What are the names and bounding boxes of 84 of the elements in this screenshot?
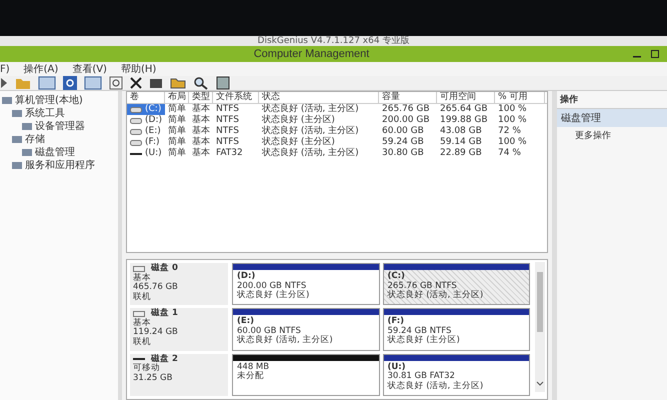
table-cell-text: 59.14 GB	[439, 137, 483, 148]
table-cell-text: NTFS	[215, 126, 240, 137]
table-cell-text: 72 %	[497, 126, 522, 137]
table-cell-text: 状态良好 (主分区)	[261, 137, 336, 148]
table-cell-text: 74 %	[497, 148, 522, 159]
table-cell-text: 100 %	[497, 115, 528, 126]
column-header[interactable]: 状态	[259, 92, 379, 103]
table-cell-text: 200.00 GB	[381, 115, 431, 126]
partition-block[interactable]: (D:) 200.00 GB NTFS 状态良好 (主分区)	[232, 263, 380, 306]
table-cell-text: 状态良好 (活动, 主分区)	[261, 104, 360, 114]
table-cell-text: NTFS	[215, 115, 240, 126]
menu-item[interactable]: 帮助(H)	[120, 62, 156, 76]
delete-icon[interactable]	[130, 77, 142, 89]
table-cell-text: 100 %	[497, 137, 528, 148]
column-header[interactable]: 卷	[127, 92, 165, 103]
drive-icon	[130, 140, 142, 146]
tree-item[interactable]: 系统工具	[0, 107, 118, 120]
disk-label[interactable]: 磁盘 1 基本 119.24 GB 联机	[130, 308, 228, 351]
table-cell-text: 100 %	[497, 104, 528, 115]
column-header[interactable]: 文件系统	[213, 92, 259, 103]
table-cell-text: 简单	[167, 137, 187, 148]
drive-icon	[130, 128, 142, 134]
table-cell-text: 30.80 GB	[381, 148, 425, 159]
table-cell-text: 265.64 GB	[439, 104, 489, 115]
column-header[interactable]: 类型	[189, 92, 213, 103]
drive-icon	[130, 106, 142, 112]
action-link[interactable]: 更多操作	[557, 127, 667, 144]
actions-section[interactable]: 磁盘管理	[557, 109, 667, 127]
tree-item[interactable]: 设备管理器	[0, 120, 118, 133]
table-cell-text: 基本	[191, 148, 211, 159]
table-cell-text: 265.76 GB	[381, 104, 431, 115]
menu-item[interactable]: 操作(A)	[24, 62, 58, 76]
column-header[interactable]: 布局	[165, 92, 189, 103]
table-cell-text: 简单	[167, 104, 187, 114]
partition-block[interactable]: (F:) 59.24 GB NTFS 状态良好 (主分区)	[382, 308, 530, 351]
table-cell-text: 60.00 GB	[381, 126, 425, 137]
table-cell-text: 状态良好 (活动, 主分区)	[261, 148, 360, 159]
tree-item[interactable]: 算机管理(本地)	[0, 94, 118, 107]
table-cell-text: FAT32	[215, 148, 244, 159]
partition-block[interactable]: (C:) 265.76 GB NTFS 状态良好 (活动, 主分区)	[382, 263, 530, 306]
help-icon[interactable]	[63, 76, 77, 90]
table-cell: (C:)	[127, 104, 165, 115]
column-header[interactable]: 可用空间	[437, 92, 495, 103]
window-icon[interactable]	[84, 76, 102, 90]
table-cell: (E:)	[127, 126, 165, 137]
partition-block[interactable]: (E:) 60.00 GB NTFS 状态良好 (活动, 主分区)	[232, 308, 380, 351]
table-cell: (F:)	[127, 137, 165, 148]
table-cell-text: 59.24 GB	[381, 137, 425, 148]
table-cell-text: 基本	[191, 126, 211, 136]
table-cell-text: 简单	[167, 148, 187, 159]
window-title: Computer Management	[252, 48, 370, 60]
table-cell: (U:)	[127, 148, 165, 159]
table-cell-text: 状态良好 (活动, 主分区)	[261, 126, 360, 136]
column-header[interactable]: % 可用	[495, 92, 545, 103]
maximize-icon[interactable]	[651, 50, 659, 58]
tree-item[interactable]: 存储	[0, 133, 118, 146]
tree-item[interactable]: 磁盘管理	[0, 146, 118, 159]
table-cell-text: 22.89 GB	[439, 148, 483, 159]
partition-block[interactable]: 448 MB 未分配	[232, 354, 380, 396]
table-cell: (D:)	[127, 115, 165, 126]
forward-icon[interactable]	[0, 77, 8, 89]
table-cell-text: 简单	[167, 126, 187, 136]
window-icon[interactable]	[38, 76, 56, 90]
search-icon[interactable]	[193, 76, 209, 90]
table-cell-text: 199.88 GB	[439, 115, 489, 126]
tree-item[interactable]: 服务和应用程序	[0, 159, 118, 172]
table-cell-text: NTFS	[215, 104, 240, 115]
table-cell-text: 简单	[167, 115, 187, 126]
scroll-bar[interactable]	[535, 262, 545, 392]
menu-item[interactable]: F)	[0, 64, 10, 74]
drive-icon	[130, 118, 142, 124]
partition-block[interactable]: (U:) 30.81 GB FAT32 状态良好 (活动, 主分区)	[382, 354, 530, 396]
window-title: DiskGenius V4.7.1.127 x64 专业版	[258, 36, 410, 46]
drive-bar-icon	[130, 150, 142, 156]
table-cell-text: 状态良好 (主分区)	[261, 115, 336, 126]
table-cell-text: 43.08 GB	[439, 126, 483, 137]
column-header[interactable]: 容量	[379, 92, 437, 103]
disk-label[interactable]: 磁盘 2 可移动 31.25 GB	[130, 354, 228, 396]
table-cell-text: 基本	[191, 137, 211, 148]
disk-label[interactable]: 磁盘 0 基本 465.76 GB 联机	[130, 263, 228, 306]
table-cell-text: NTFS	[215, 137, 240, 148]
table-cell-text: 基本	[191, 104, 211, 114]
table-cell-text: 基本	[191, 115, 211, 126]
menu-item[interactable]: 查看(V)	[72, 62, 107, 76]
